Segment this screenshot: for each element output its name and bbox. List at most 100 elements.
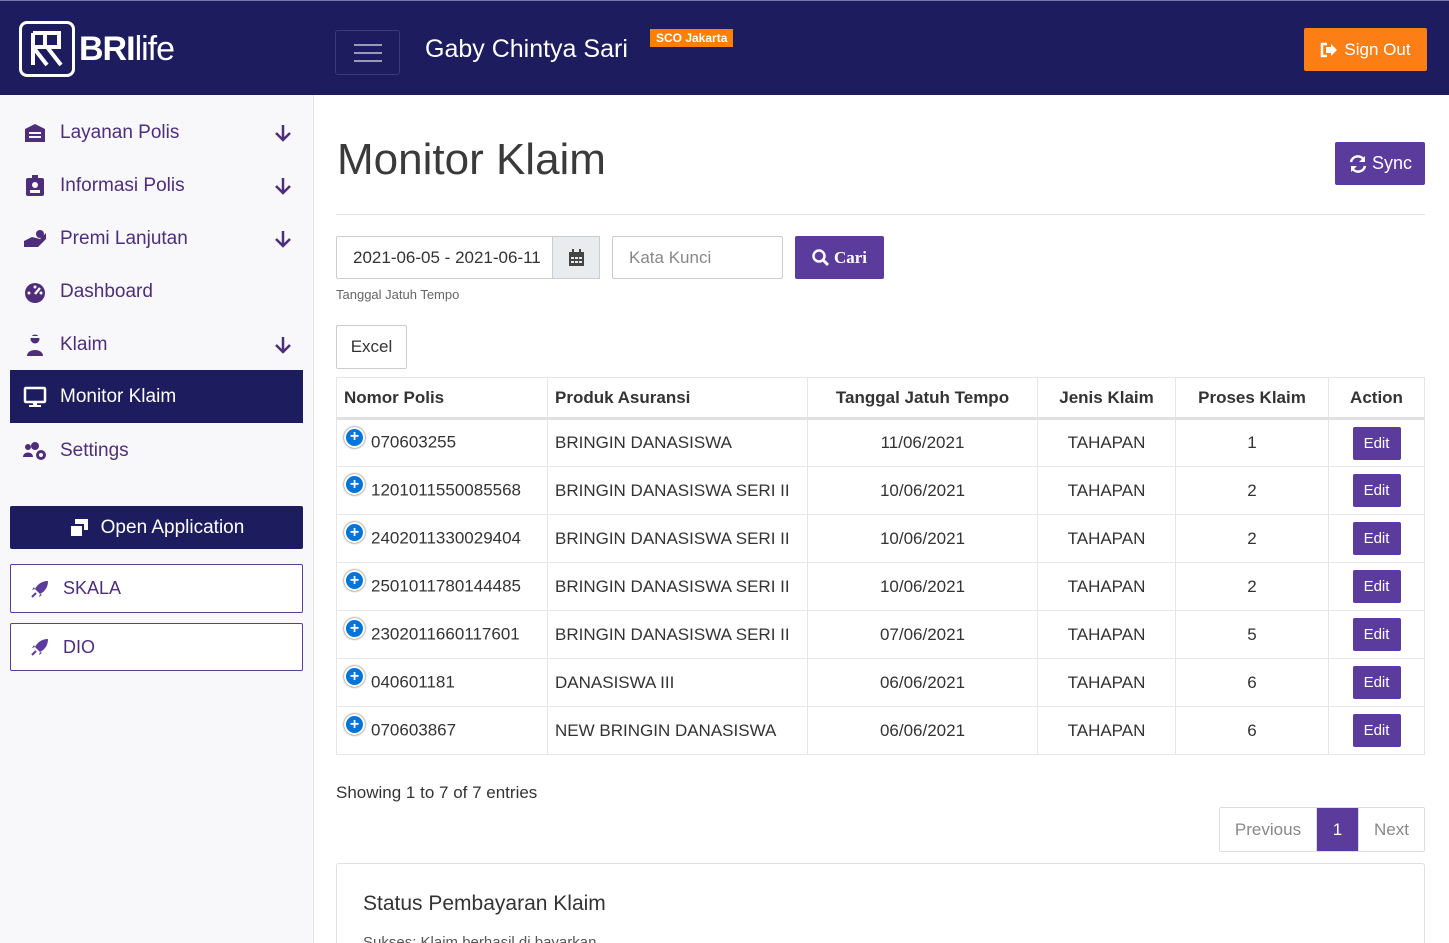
pagination-next[interactable]: Next xyxy=(1358,808,1424,851)
cell-nomor-polis: +2501011780144485 xyxy=(336,562,548,611)
col-action[interactable]: Action xyxy=(1328,377,1425,420)
nomor-polis-text: 1201011550085568 xyxy=(371,480,522,500)
search-icon xyxy=(812,248,830,266)
calendar-button[interactable] xyxy=(552,236,600,279)
top-navbar: BRIlife Gaby Chintya Sari SCO Jakarta Si… xyxy=(0,0,1449,95)
sidebar-item-layanan-polis[interactable]: Layanan Polis xyxy=(10,106,303,159)
cell-tanggal-jatuh-tempo: 07/06/2021 xyxy=(807,610,1038,659)
pagination-page-1[interactable]: 1 xyxy=(1317,808,1358,851)
cell-jenis-klaim: TAHAPAN xyxy=(1037,706,1176,755)
expand-row-icon[interactable]: + xyxy=(344,666,365,687)
edit-button[interactable]: Edit xyxy=(1352,474,1401,507)
table-row: +2402011330029404 BRINGIN DANASISWA SERI … xyxy=(336,514,1425,563)
cell-nomor-polis: +070603255 xyxy=(336,418,548,467)
cell-action: Edit xyxy=(1328,706,1425,755)
cell-produk-asuransi: BRINGIN DANASISWA xyxy=(547,418,808,467)
edit-button[interactable]: Edit xyxy=(1352,714,1401,747)
expand-row-icon[interactable]: + xyxy=(344,570,365,591)
edit-button[interactable]: Edit xyxy=(1352,522,1401,555)
page-title: Monitor Klaim xyxy=(337,135,606,184)
cell-action: Edit xyxy=(1328,418,1425,467)
nomor-polis-text: 070603255 xyxy=(371,433,457,452)
cell-jenis-klaim: TAHAPAN xyxy=(1037,562,1176,611)
users-cog-icon xyxy=(10,441,60,461)
expand-row-icon[interactable]: + xyxy=(344,474,365,495)
nomor-polis-text: 2302011660117601 xyxy=(371,624,520,644)
hamburger-icon xyxy=(353,43,382,46)
cell-action: Edit xyxy=(1328,562,1425,611)
brilife-logo[interactable]: BRIlife xyxy=(19,21,175,77)
bri-logo-icon xyxy=(19,21,75,77)
sidebar-item-settings[interactable]: Settings xyxy=(10,424,303,477)
col-produk-asuransi[interactable]: Produk Asuransi xyxy=(547,377,808,420)
sync-button[interactable]: Sync xyxy=(1335,142,1425,185)
arrow-down-icon xyxy=(263,229,303,249)
cell-jenis-klaim: TAHAPAN xyxy=(1037,466,1176,515)
table-header-row: Nomor Polis Produk Asuransi Tanggal Jatu… xyxy=(336,377,1425,420)
col-tanggal-jatuh-tempo[interactable]: Tanggal Jatuh Tempo xyxy=(807,377,1038,420)
arrow-down-icon xyxy=(263,176,303,196)
skala-app-button[interactable]: SKALA xyxy=(10,564,303,613)
status-card: Status Pembayaran Klaim Sukses: Klaim be… xyxy=(336,863,1425,943)
menu-toggle-button[interactable] xyxy=(335,30,400,75)
edit-button[interactable]: Edit xyxy=(1352,570,1401,603)
cell-nomor-polis: +2402011330029404 xyxy=(336,514,548,563)
table-row: +2302011660117601 BRINGIN DANASISWA SERI … xyxy=(336,610,1425,659)
calendar-icon xyxy=(568,248,584,266)
cell-produk-asuransi: DANASISWA III xyxy=(547,658,808,707)
divider xyxy=(336,214,1425,215)
brand-text: BRIlife xyxy=(79,29,175,68)
cell-jenis-klaim: TAHAPAN xyxy=(1037,418,1176,467)
sidebar-item-premi-lanjutan[interactable]: Premi Lanjutan xyxy=(10,212,303,265)
entries-info: Showing 1 to 7 of 7 entries xyxy=(336,783,538,802)
cell-proses-klaim: 6 xyxy=(1175,706,1329,755)
cell-jenis-klaim: TAHAPAN xyxy=(1037,658,1176,707)
excel-export-button[interactable]: Excel xyxy=(336,325,407,369)
nomor-polis-text: 040601181 xyxy=(371,672,455,692)
cell-nomor-polis: +040601181 xyxy=(336,658,548,707)
sidebar-item-dashboard[interactable]: Dashboard xyxy=(10,265,303,318)
nomor-polis-text: 2402011330029404 xyxy=(371,528,522,548)
sign-out-button[interactable]: Sign Out xyxy=(1304,28,1427,71)
pagination: Previous 1 Next xyxy=(1219,807,1425,852)
col-proses-klaim[interactable]: Proses Klaim xyxy=(1175,377,1329,420)
window-restore-icon xyxy=(68,518,88,538)
search-button[interactable]: Cari xyxy=(795,236,884,279)
date-range-input[interactable]: 2021-06-05 - 2021-06-11 xyxy=(336,236,553,279)
sidebar-item-klaim[interactable]: Klaim xyxy=(10,318,303,371)
cell-tanggal-jatuh-tempo: 10/06/2021 xyxy=(807,514,1038,563)
status-card-subtitle: Sukses: Klaim berhasil di bayarkan xyxy=(363,934,597,943)
pagination-previous[interactable]: Previous xyxy=(1220,808,1317,851)
edit-button[interactable]: Edit xyxy=(1352,666,1401,699)
cell-tanggal-jatuh-tempo: 11/06/2021 xyxy=(807,418,1038,467)
expand-row-icon[interactable]: + xyxy=(344,618,365,639)
cell-jenis-klaim: TAHAPAN xyxy=(1037,610,1176,659)
cell-jenis-klaim: TAHAPAN xyxy=(1037,514,1176,563)
edit-button[interactable]: Edit xyxy=(1352,426,1401,460)
open-application-button[interactable]: Open Application xyxy=(10,506,303,549)
sync-icon xyxy=(1349,154,1367,173)
cell-nomor-polis: +1201011550085568 xyxy=(336,466,548,515)
rocket-icon xyxy=(31,639,48,656)
keyword-input[interactable]: Kata Kunci xyxy=(612,236,783,279)
table-row: +070603255 BRINGIN DANASISWA 11/06/2021 TAH… xyxy=(336,418,1425,467)
dio-app-button[interactable]: DIO xyxy=(10,623,303,671)
cell-proses-klaim: 6 xyxy=(1175,658,1329,707)
building-icon xyxy=(10,123,60,143)
sidebar: Layanan Polis Informasi Polis Premi Lanj… xyxy=(0,95,314,943)
nomor-polis-text: 070603867 xyxy=(371,720,457,740)
expand-row-icon[interactable]: + xyxy=(344,714,365,735)
id-badge-icon xyxy=(10,174,60,197)
col-jenis-klaim[interactable]: Jenis Klaim xyxy=(1037,377,1176,420)
expand-row-icon[interactable]: + xyxy=(344,522,365,543)
cell-tanggal-jatuh-tempo: 06/06/2021 xyxy=(807,706,1038,755)
sign-out-icon xyxy=(1321,42,1338,57)
cell-nomor-polis: +070603867 xyxy=(336,706,548,755)
table-row: +2501011780144485 BRINGIN DANASISWA SERI … xyxy=(336,562,1425,611)
edit-button[interactable]: Edit xyxy=(1352,618,1401,651)
expand-row-icon[interactable]: + xyxy=(344,426,365,448)
col-nomor-polis[interactable]: Nomor Polis xyxy=(336,377,548,420)
sidebar-item-informasi-polis[interactable]: Informasi Polis xyxy=(10,159,303,212)
cell-action: Edit xyxy=(1328,610,1425,659)
sidebar-item-monitor-klaim[interactable]: Monitor Klaim xyxy=(10,370,303,423)
